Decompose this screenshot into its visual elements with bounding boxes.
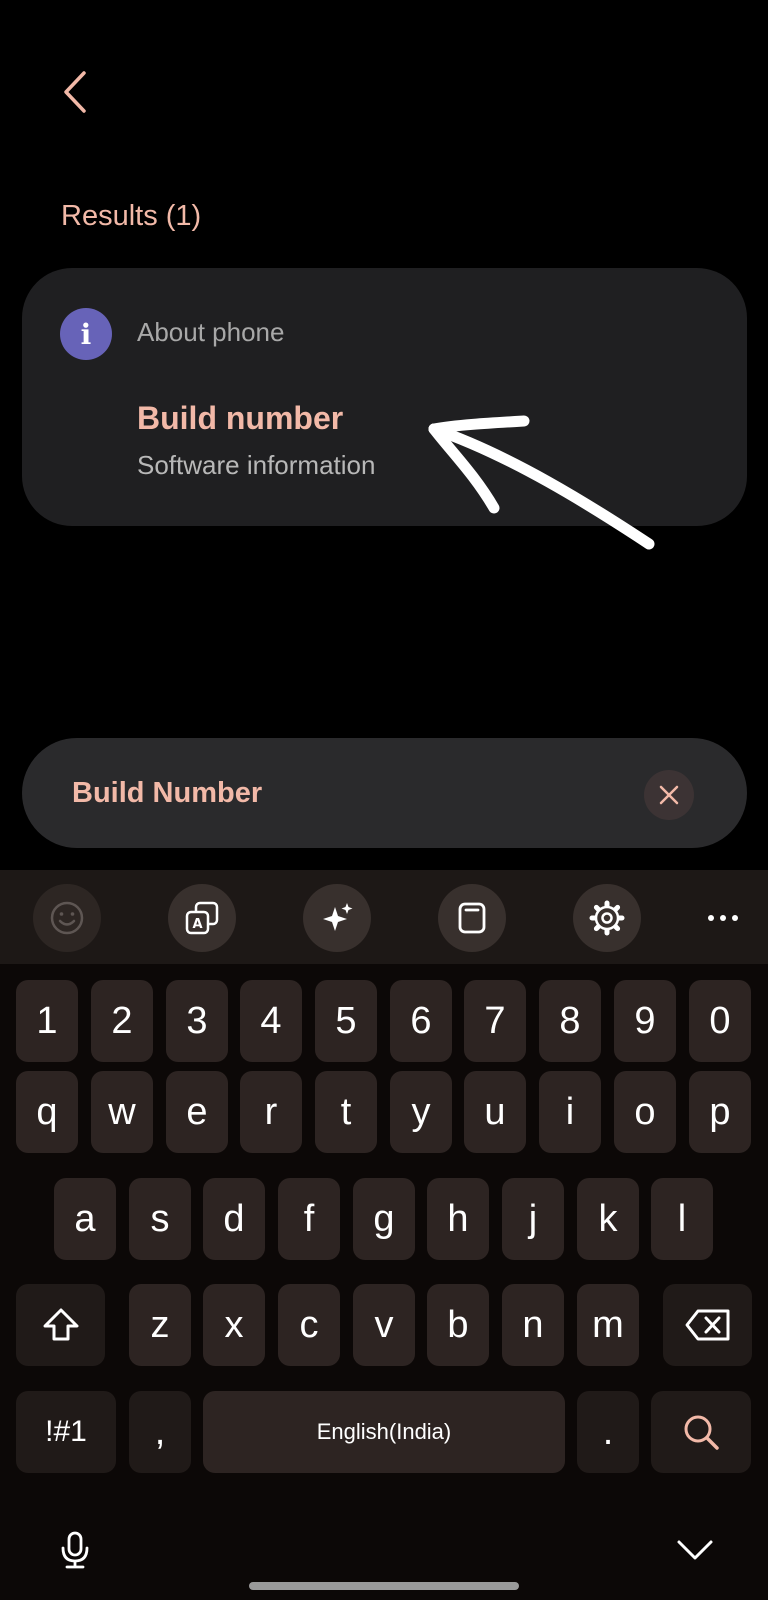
key-1[interactable]: 1: [16, 980, 78, 1062]
shift-icon: [43, 1308, 78, 1341]
microphone-icon: [61, 1531, 89, 1569]
emoji-button[interactable]: [33, 884, 101, 952]
key-f[interactable]: f: [278, 1178, 340, 1260]
result-category: About phone: [137, 317, 285, 347]
info-icon: i: [60, 308, 112, 360]
key-5[interactable]: 5: [315, 980, 377, 1062]
search-icon: [684, 1415, 719, 1450]
key-v[interactable]: v: [353, 1284, 415, 1366]
shift-key[interactable]: [16, 1284, 105, 1366]
comma-key[interactable]: ,: [129, 1391, 191, 1473]
key-h[interactable]: h: [427, 1178, 489, 1260]
key-b[interactable]: b: [427, 1284, 489, 1366]
key-c[interactable]: c: [278, 1284, 340, 1366]
backspace-icon: [685, 1309, 729, 1341]
key-l[interactable]: l: [651, 1178, 713, 1260]
key-8[interactable]: 8: [539, 980, 601, 1062]
keyboard-toolbar: A: [0, 870, 768, 964]
emoji-icon: [50, 901, 84, 935]
search-bar: [22, 738, 747, 848]
key-w[interactable]: w: [91, 1071, 153, 1153]
home-indicator[interactable]: [249, 1582, 519, 1590]
key-0[interactable]: 0: [689, 980, 751, 1062]
key-4[interactable]: 4: [240, 980, 302, 1062]
hide-keyboard-button[interactable]: [670, 1525, 720, 1575]
key-y[interactable]: y: [390, 1071, 452, 1153]
more-options-button[interactable]: [698, 898, 748, 938]
key-9[interactable]: 9: [614, 980, 676, 1062]
key-7[interactable]: 7: [464, 980, 526, 1062]
period-key[interactable]: .: [577, 1391, 639, 1473]
keyboard: 1 2 3 4 5 6 7 8 9 0 q w e r t y u i o p …: [0, 964, 768, 1600]
clipboard-icon: [458, 902, 486, 934]
voice-input-button[interactable]: [50, 1525, 100, 1575]
back-button[interactable]: [50, 62, 100, 122]
svg-text:A: A: [192, 917, 202, 932]
key-s[interactable]: s: [129, 1178, 191, 1260]
backspace-key[interactable]: [663, 1284, 752, 1366]
key-g[interactable]: g: [353, 1178, 415, 1260]
clipboard-button[interactable]: [438, 884, 506, 952]
clear-search-button[interactable]: [644, 770, 694, 820]
key-6[interactable]: 6: [390, 980, 452, 1062]
close-icon: [659, 785, 679, 805]
result-subtitle: Software information: [137, 450, 376, 480]
key-r[interactable]: r: [240, 1071, 302, 1153]
key-i[interactable]: i: [539, 1071, 601, 1153]
more-icon: [708, 915, 738, 921]
key-q[interactable]: q: [16, 1071, 78, 1153]
key-d[interactable]: d: [203, 1178, 265, 1260]
key-z[interactable]: z: [129, 1284, 191, 1366]
ai-sparkle-button[interactable]: [303, 884, 371, 952]
ai-sparkle-icon: [323, 903, 353, 931]
key-3[interactable]: 3: [166, 980, 228, 1062]
key-e[interactable]: e: [166, 1071, 228, 1153]
translate-icon: A: [185, 901, 219, 935]
results-heading: Results (1): [61, 200, 202, 232]
search-input[interactable]: [72, 765, 632, 821]
result-title: Build number: [137, 400, 344, 436]
gear-icon: [589, 900, 625, 936]
key-u[interactable]: u: [464, 1071, 526, 1153]
key-a[interactable]: a: [54, 1178, 116, 1260]
key-n[interactable]: n: [502, 1284, 564, 1366]
key-2[interactable]: 2: [91, 980, 153, 1062]
key-p[interactable]: p: [689, 1071, 751, 1153]
translate-button[interactable]: A: [168, 884, 236, 952]
key-o[interactable]: o: [614, 1071, 676, 1153]
space-key[interactable]: English(India): [203, 1391, 565, 1473]
symbols-key[interactable]: !#1: [16, 1391, 116, 1473]
key-k[interactable]: k: [577, 1178, 639, 1260]
keyboard-settings-button[interactable]: [573, 884, 641, 952]
annotation-arrow-icon: [428, 415, 655, 550]
chevron-left-icon: [64, 71, 86, 113]
chevron-down-icon: [677, 1540, 713, 1560]
key-t[interactable]: t: [315, 1071, 377, 1153]
key-m[interactable]: m: [577, 1284, 639, 1366]
search-key[interactable]: [651, 1391, 751, 1473]
key-j[interactable]: j: [502, 1178, 564, 1260]
key-x[interactable]: x: [203, 1284, 265, 1366]
